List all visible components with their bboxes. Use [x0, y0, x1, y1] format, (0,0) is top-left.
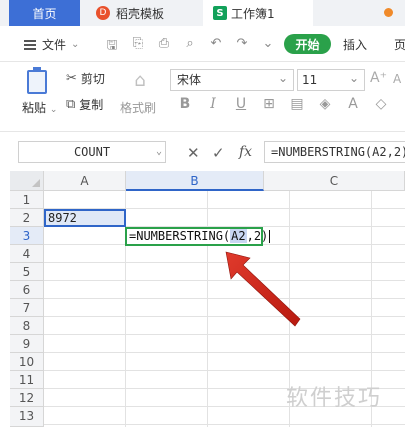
text-cursor: [269, 230, 271, 243]
tab-bar: 首页 D 稻壳模板 S 工作簿1: [0, 0, 405, 26]
decrease-font-icon[interactable]: A: [393, 72, 401, 86]
italic-icon[interactable]: I: [206, 96, 220, 112]
chevron-down-icon: ⌄: [49, 105, 58, 115]
spreadsheet-icon: S: [213, 6, 227, 20]
formula-reference: A2: [230, 229, 247, 243]
font-family-value: 宋体: [177, 73, 202, 87]
cancel-icon[interactable]: ✕: [187, 144, 200, 162]
format-toolbar: B I U ⊞ ▤ ◈ A ◇: [178, 96, 388, 112]
format-painter-icon[interactable]: ⌂: [130, 70, 150, 92]
undo-icon[interactable]: ↶: [208, 36, 224, 58]
row-header[interactable]: 3: [10, 227, 44, 245]
row-header[interactable]: 11: [10, 371, 44, 389]
tab-workbook-label: 工作簿1: [231, 6, 275, 21]
row-header[interactable]: 8: [10, 317, 44, 335]
row-header[interactable]: 2: [10, 209, 44, 227]
formula-bar: COUNT ⌄ ✕ ✓ fx =NUMBERSTRING(A2,2): [0, 133, 405, 171]
name-box[interactable]: COUNT ⌄: [18, 141, 166, 163]
copy-button[interactable]: ⧉ 复制: [66, 96, 103, 113]
tab-daoke-templates[interactable]: D 稻壳模板: [86, 0, 198, 26]
column-header-c[interactable]: C: [264, 171, 405, 191]
print-icon[interactable]: ⎙: [156, 36, 172, 58]
row-header[interactable]: 9: [10, 335, 44, 353]
confirm-icon[interactable]: ✓: [212, 144, 225, 162]
chevron-down-icon[interactable]: ⌄: [156, 142, 162, 162]
row-header[interactable]: 6: [10, 281, 44, 299]
tab-insert[interactable]: 插入: [343, 36, 367, 53]
underline-icon[interactable]: U: [234, 96, 248, 112]
format-painter-button[interactable]: 格式刷: [120, 99, 156, 116]
daoke-logo-icon: D: [96, 6, 110, 20]
row-header[interactable]: 5: [10, 263, 44, 281]
formula-text: =NUMBERSTRING(A2,2): [271, 145, 405, 159]
tab-start[interactable]: 开始: [284, 34, 331, 54]
increase-font-icon[interactable]: A⁺: [370, 70, 387, 86]
select-all-corner[interactable]: [10, 171, 44, 191]
merge-icon[interactable]: ▤: [290, 96, 304, 112]
tab-daoke-label: 稻壳模板: [116, 6, 165, 21]
file-menu[interactable]: 文件 ⌄: [24, 36, 79, 53]
save-icon[interactable]: 🖫: [104, 36, 120, 58]
row-header[interactable]: 10: [10, 353, 44, 371]
border-icon[interactable]: ⊞: [262, 96, 276, 112]
menu-row: 文件 ⌄ 🖫 ⎘ ⎙ ⌕ ↶ ↷ ⌄ 开始 插入 页: [0, 26, 405, 62]
insert-function-icon[interactable]: fx: [239, 144, 252, 160]
chevron-down-icon: ⌄: [71, 39, 80, 50]
formula-args: ,2): [246, 229, 269, 243]
copy-label: 复制: [79, 98, 104, 112]
tab-home[interactable]: 首页: [9, 0, 80, 26]
clear-format-icon[interactable]: ◇: [374, 96, 388, 112]
tab-page[interactable]: 页: [394, 36, 405, 53]
tab-insert-label: 插入: [343, 38, 368, 52]
preview-icon[interactable]: ⌕: [182, 36, 198, 58]
paste-button[interactable]: 粘贴 ⌄: [22, 99, 57, 116]
row-header[interactable]: 1: [10, 191, 44, 209]
cut-button[interactable]: ✂ 剪切: [66, 70, 105, 87]
scissors-icon: ✂: [66, 71, 77, 86]
cut-label: 剪切: [80, 72, 105, 86]
fill-color-icon[interactable]: ◈: [318, 96, 332, 112]
row-header[interactable]: 12: [10, 389, 44, 407]
watermark: 软件技巧: [286, 386, 383, 411]
column-header-b[interactable]: B: [126, 171, 264, 191]
tab-start-label: 开始: [295, 37, 320, 52]
cell-b3-editing[interactable]: =NUMBERSTRING(A2,2): [125, 227, 271, 246]
paste-icon[interactable]: [27, 67, 47, 94]
name-box-value: COUNT: [73, 145, 111, 159]
tab-home-label: 首页: [32, 6, 57, 21]
more-chevron-icon[interactable]: ⌄: [260, 36, 276, 58]
font-size-select[interactable]: 11: [297, 68, 365, 91]
export-icon[interactable]: ⎘: [130, 36, 146, 58]
tab-workbook[interactable]: S 工作簿1: [203, 0, 313, 26]
ribbon: 粘贴 ⌄ ✂剪切 ⧉复制 ⌂ 格式刷 宋体 11 A⁺ A B I U ⊞ ▤ …: [0, 62, 405, 132]
quick-access-toolbar: 🖫 ⎘ ⎙ ⌕ ↶ ↷ ⌄: [104, 36, 276, 58]
row-header[interactable]: 7: [10, 299, 44, 317]
formula-input[interactable]: =NUMBERSTRING(A2,2): [264, 141, 405, 163]
hamburger-icon: [24, 39, 36, 50]
unsaved-dot-icon: [384, 8, 393, 17]
font-family-select[interactable]: 宋体: [170, 68, 294, 91]
row-header[interactable]: 4: [10, 245, 44, 263]
copy-icon: ⧉: [66, 97, 76, 112]
file-menu-label: 文件: [42, 38, 67, 52]
tab-page-label: 页: [394, 38, 405, 52]
font-color-icon[interactable]: A: [346, 96, 360, 112]
paste-label: 粘贴: [22, 101, 47, 115]
formula-function: =NUMBERSTRING(: [129, 229, 231, 243]
row-header[interactable]: 13: [10, 407, 44, 427]
redo-icon[interactable]: ↷: [234, 36, 250, 58]
bold-icon[interactable]: B: [178, 96, 192, 112]
cell-a2[interactable]: 8972: [44, 209, 126, 227]
format-painter-label: 格式刷: [120, 101, 157, 115]
column-header-a[interactable]: A: [44, 171, 126, 191]
font-size-value: 11: [302, 73, 318, 87]
